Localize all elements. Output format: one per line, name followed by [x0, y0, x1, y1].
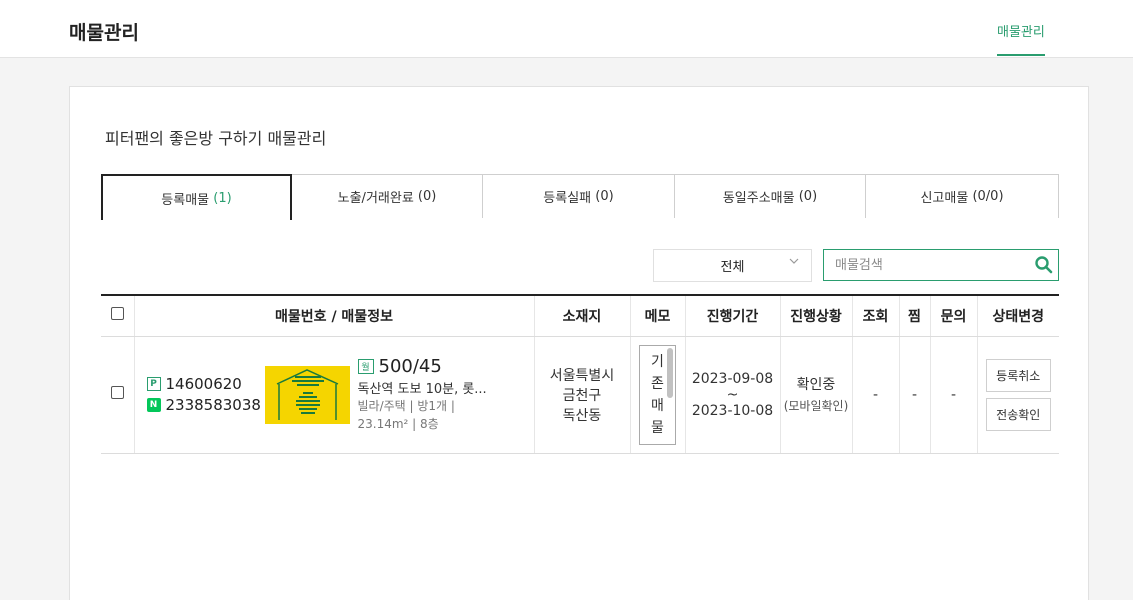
n-number: 2338583038 — [165, 396, 261, 414]
row-checkbox[interactable] — [110, 386, 124, 399]
tab-count: (0) — [595, 189, 614, 204]
table-row: P 14600620 N 2338583038 월 500/45 독산역 도보 … — [101, 336, 1059, 454]
tab-registered[interactable]: 등록매물 (1) — [101, 174, 292, 220]
listing-thumbnail[interactable] — [264, 365, 350, 424]
location-district: 금천구 — [562, 387, 602, 404]
house-thumbnail-image — [276, 368, 338, 420]
memo-scrollbar[interactable] — [667, 347, 673, 398]
page-title: 매물관리 — [69, 22, 139, 44]
main-panel: 피터팬의 좋은방 구하기 매물관리 등록매물 (1) 노출/거래완료 (0) 등… — [69, 86, 1089, 600]
search-icon[interactable] — [1034, 255, 1054, 275]
naver-badge: N — [146, 398, 161, 412]
tab-exposed-completed[interactable]: 노출/거래완료 (0) — [292, 174, 483, 218]
tab-label: 노출/거래완료 — [337, 191, 414, 206]
col-header-status: 진행상황 — [780, 295, 853, 337]
period-start: 2023-09-08 — [691, 370, 774, 387]
filter-select[interactable]: 전체 — [653, 249, 812, 282]
property-table: 매물번호 / 매물정보 소재지 메모 진행기간 진행상황 조회 찜 문의 상태변… — [101, 294, 1059, 454]
col-header-change-status: 상태변경 — [977, 295, 1059, 337]
col-header-period: 진행기간 — [685, 295, 781, 337]
tab-label: 동일주소매물 — [722, 191, 795, 206]
tab-label: 등록매물 — [161, 192, 210, 208]
tab-count: (0/0) — [972, 189, 1004, 204]
search-box — [823, 249, 1059, 281]
cancel-registration-button[interactable]: 등록취소 — [985, 358, 1051, 392]
col-header-location: 소재지 — [534, 295, 631, 337]
status-main: 확인중 — [796, 376, 836, 393]
period-end: 2023-10-08 — [691, 402, 774, 419]
monthly-rent-badge: 월 — [357, 359, 374, 374]
col-header-views: 조회 — [852, 295, 900, 337]
listing-numbers: P 14600620 N 2338583038 — [146, 372, 265, 417]
tab-reported[interactable]: 신고매물 (0/0) — [866, 174, 1059, 218]
tab-count: (1) — [213, 190, 232, 206]
listing-title[interactable]: 독산역 도보 10분, 롯... — [358, 378, 508, 397]
table-header-row: 매물번호 / 매물정보 소재지 메모 진행기간 진행상황 조회 찜 문의 상태변… — [101, 295, 1059, 337]
location-city: 서울특별시 — [549, 367, 615, 384]
listing-price: 월 500/45 — [357, 356, 508, 377]
tab-count: (0) — [798, 189, 818, 204]
tab-registration-failed[interactable]: 등록실패 (0) — [483, 174, 675, 218]
memo-cell: 기존매물 — [630, 336, 686, 454]
nav-item-property-management[interactable]: 매물관리 — [997, 21, 1045, 56]
col-header-memo: 메모 — [630, 295, 686, 337]
tab-label: 신고매물 — [920, 191, 969, 206]
views-cell: - — [852, 336, 900, 454]
top-header: 매물관리 매물관리 — [0, 0, 1133, 58]
tab-label: 등록실패 — [543, 191, 592, 206]
col-header-listing: 매물번호 / 매물정보 — [134, 295, 535, 337]
chevron-down-icon — [789, 258, 799, 264]
p-badge: P — [146, 377, 161, 391]
filter-selected-value: 전체 — [720, 260, 745, 275]
price-value: 500/45 — [378, 356, 442, 377]
location-cell: 서울특별시 금천구 독산동 — [534, 336, 631, 454]
row-select-cell — [101, 336, 135, 454]
listing-summary: 월 500/45 독산역 도보 10분, 롯... 빌라/주택 | 방1개 | 2… — [357, 356, 508, 433]
progress-status-cell: 확인중 (모바일확인) — [780, 336, 853, 454]
status-sub: (모바일확인) — [783, 398, 849, 413]
period-cell: 2023-09-08 ~ 2023-10-08 — [685, 336, 781, 454]
tab-same-address[interactable]: 동일주소매물 (0) — [675, 174, 866, 218]
listing-meta-line1: 빌라/주택 | 방1개 | — [357, 399, 455, 413]
listing-meta-line2: 23.14m² | 8층 — [357, 417, 439, 431]
location-dong: 독산동 — [562, 407, 602, 424]
inquiries-cell: - — [930, 336, 978, 454]
status-tabs: 등록매물 (1) 노출/거래완료 (0) 등록실패 (0) 동일주소매물 (0)… — [101, 174, 1059, 220]
col-header-inquiries: 문의 — [930, 295, 978, 337]
tab-count: (0) — [417, 189, 437, 204]
select-all-cell — [101, 295, 135, 337]
confirm-transfer-button[interactable]: 전송확인 — [985, 397, 1051, 431]
search-input[interactable] — [824, 250, 1024, 280]
memo-textarea[interactable]: 기존매물 — [639, 344, 676, 445]
p-number: 14600620 — [165, 375, 242, 393]
status-change-cell: 등록취소 전송확인 — [977, 336, 1059, 454]
period-separator: ~ — [726, 386, 739, 403]
select-all-checkbox[interactable] — [110, 307, 124, 321]
memo-text: 기존매물 — [651, 353, 664, 436]
listing-info-cell: P 14600620 N 2338583038 월 500/45 독산역 도보 … — [134, 336, 535, 454]
section-subtitle: 피터팬의 좋은방 구하기 매물관리 — [105, 129, 327, 148]
col-header-likes: 찜 — [899, 295, 931, 337]
likes-cell: - — [899, 336, 931, 454]
